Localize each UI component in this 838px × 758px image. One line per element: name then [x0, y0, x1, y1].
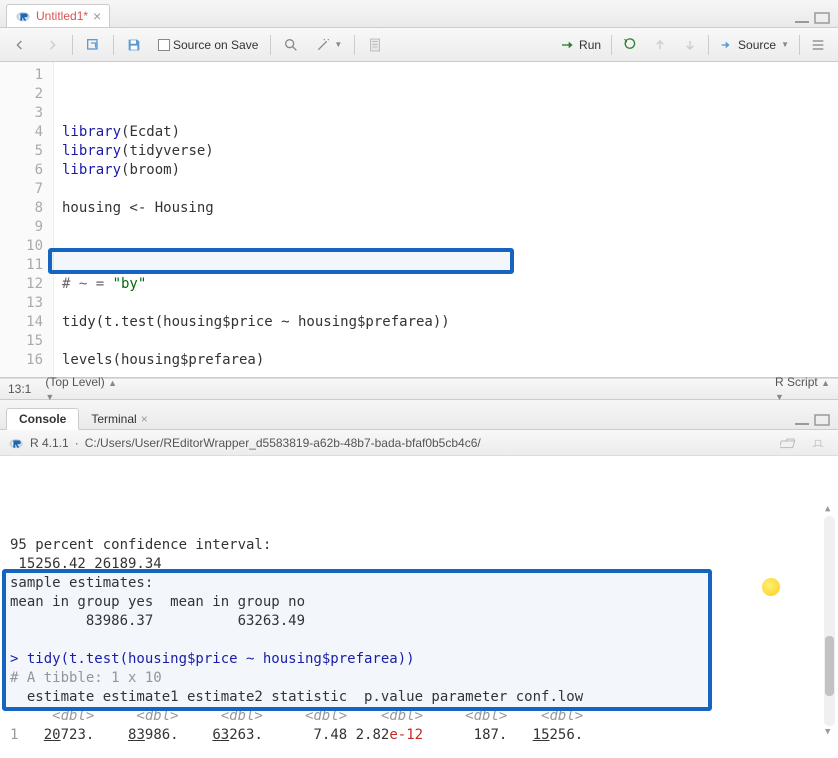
up-section-button[interactable] [648, 35, 672, 55]
console-header: R 4.1.1 · C:/Users/User/REditorWrapper_d… [0, 430, 838, 456]
down-section-button[interactable] [678, 35, 702, 55]
code-line[interactable]: library(tidyverse) [62, 142, 830, 161]
console-line: 1 20723. 83986. 63263. 7.48 2.82e-12 187… [10, 726, 828, 745]
console-line: 95 percent confidence interval: [10, 536, 828, 555]
r-logo-icon [15, 8, 31, 24]
console-line: 83986.37 63263.49 [10, 612, 828, 631]
notebook-button[interactable] [363, 35, 387, 55]
maximize-pane-icon[interactable] [814, 414, 830, 429]
line-number: 1 [4, 66, 43, 85]
line-number: 8 [4, 199, 43, 218]
line-number: 10 [4, 237, 43, 256]
rerun-button[interactable] [618, 35, 642, 55]
code-line[interactable] [62, 218, 830, 237]
r-version: R 4.1.1 [30, 436, 69, 450]
source-on-save-label: Source on Save [173, 38, 258, 52]
console-line: estimate estimate1 estimate2 statistic p… [10, 688, 828, 707]
console-line: > tidy(t.test(housing$price ~ housing$pr… [10, 650, 828, 669]
code-line[interactable]: library(Ecdat) [62, 123, 830, 142]
scroll-down-icon[interactable]: ▼ [825, 723, 830, 742]
code-line[interactable]: housing <- Housing [62, 199, 830, 218]
code-area[interactable]: library(Ecdat)library(tidyverse)library(… [54, 62, 838, 377]
tab-console[interactable]: Console [6, 408, 79, 430]
code-line[interactable] [62, 256, 830, 275]
save-button[interactable] [122, 35, 146, 55]
close-icon[interactable]: × [93, 8, 101, 24]
pane-controls [794, 414, 832, 429]
wand-button[interactable]: ▼ [311, 35, 346, 55]
close-icon[interactable]: × [141, 412, 148, 426]
source-label: Source [738, 38, 776, 52]
back-button[interactable] [8, 35, 32, 55]
vertical-scrollbar[interactable]: ▲ ▼ [824, 516, 835, 726]
line-number: 12 [4, 275, 43, 294]
pane-controls [794, 12, 832, 27]
maximize-pane-icon[interactable] [814, 12, 830, 27]
source-button[interactable]: Source ▼ [715, 35, 793, 55]
line-number: 6 [4, 161, 43, 180]
console-line: <dbl> <dbl> <dbl> <dbl> <dbl> <dbl> <dbl… [10, 707, 828, 726]
line-number: 3 [4, 104, 43, 123]
source-editor[interactable]: 12345678910111213141516 library(Ecdat)li… [0, 62, 838, 378]
minimize-pane-icon[interactable] [794, 12, 810, 27]
line-number: 16 [4, 351, 43, 370]
tab-terminal[interactable]: Terminal× [79, 409, 159, 429]
console-line: 15256.42 26189.34 [10, 555, 828, 574]
scope-indicator[interactable]: (Top Level) ▲▼ [45, 375, 117, 403]
line-number: 7 [4, 180, 43, 199]
line-number: 5 [4, 142, 43, 161]
line-number: 11 [4, 256, 43, 275]
code-line[interactable]: tidy(t.test(housing$price ~ housing$pref… [62, 313, 830, 332]
line-number-gutter: 12345678910111213141516 [0, 62, 54, 377]
code-line[interactable] [62, 180, 830, 199]
outline-button[interactable] [806, 35, 830, 55]
forward-button[interactable] [40, 35, 64, 55]
editor-tab-bar: Untitled1* × [0, 0, 838, 28]
line-number: 9 [4, 218, 43, 237]
editor-toolbar: Source on Save ▼ Run Source ▼ [0, 28, 838, 62]
code-line[interactable] [62, 294, 830, 313]
code-line[interactable] [62, 370, 830, 378]
language-mode[interactable]: R Script ▲▼ [775, 375, 830, 403]
line-number: 13 [4, 294, 43, 313]
console-output[interactable]: 95 percent confidence interval: 15256.42… [0, 456, 838, 746]
editor-status-bar: 13:1 (Top Level) ▲▼ R Script ▲▼ [0, 378, 838, 400]
run-button[interactable]: Run [556, 35, 605, 55]
editor-tab-title: Untitled1* [36, 9, 88, 23]
code-line[interactable]: levels(housing$prefarea) [62, 351, 830, 370]
console-tab-bar: Console Terminal× [0, 400, 838, 430]
console-line: # A tibble: 1 x 10 [10, 669, 828, 688]
console-line: # ... with 3 more variables: conf.high <… [10, 745, 828, 746]
line-number: 14 [4, 313, 43, 332]
line-number: 4 [4, 123, 43, 142]
line-number: 2 [4, 85, 43, 104]
checkbox-icon [158, 39, 170, 51]
console-line: sample estimates: [10, 574, 828, 593]
code-line[interactable]: # ~ = "by" [62, 275, 830, 294]
line-number: 15 [4, 332, 43, 351]
working-directory: C:/Users/User/REditorWrapper_d5583819-a6… [85, 436, 770, 450]
highlight-dot-icon [762, 578, 780, 596]
clear-console-button[interactable] [806, 433, 830, 453]
open-folder-button[interactable] [776, 433, 800, 453]
code-line[interactable]: library(broom) [62, 161, 830, 180]
code-line[interactable] [62, 332, 830, 351]
console-line: mean in group yes mean in group no [10, 593, 828, 612]
r-logo-icon [8, 435, 24, 451]
run-label: Run [579, 38, 601, 52]
console-line [10, 631, 828, 650]
editor-tab[interactable]: Untitled1* × [6, 4, 110, 27]
minimize-pane-icon[interactable] [794, 414, 810, 429]
show-in-new-window-button[interactable] [81, 35, 105, 55]
find-button[interactable] [279, 35, 303, 55]
scroll-thumb[interactable] [825, 636, 834, 696]
code-line[interactable] [62, 237, 830, 256]
scroll-up-icon[interactable]: ▲ [825, 500, 830, 519]
cursor-position: 13:1 [8, 382, 31, 396]
source-on-save-checkbox[interactable]: Source on Save [154, 36, 262, 54]
